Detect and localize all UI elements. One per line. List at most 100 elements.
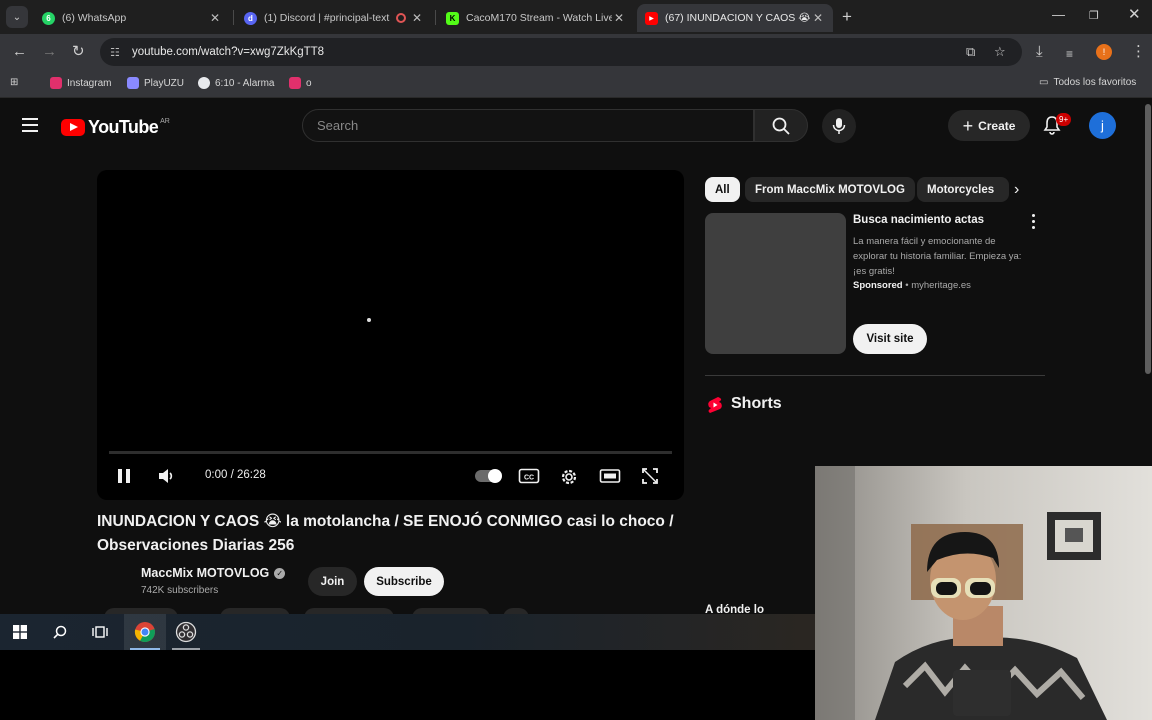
- subscribe-button[interactable]: Subscribe: [364, 567, 444, 596]
- bookmark-playuzu[interactable]: PlayUZU: [127, 77, 184, 89]
- tab-kick-stream[interactable]: K CacoM170 Stream - Watch Live ✕: [438, 4, 634, 32]
- bookmarks-bar: ⊞ Instagram PlayUZU 6:10 - Alarma o ▭ To…: [0, 70, 1152, 98]
- address-bar[interactable]: ☷ youtube.com/watch?v=xwg7ZkKgTT8 ⧉ ☆: [100, 38, 1022, 66]
- site-info-icon[interactable]: ☷: [110, 46, 124, 59]
- ad-thumbnail[interactable]: [705, 213, 846, 354]
- chip-motorcycles[interactable]: Motorcycles: [917, 177, 1009, 202]
- theater-mode-icon: [599, 469, 621, 483]
- taskbar-search-button[interactable]: [42, 614, 78, 650]
- channel-name[interactable]: MaccMix MOTOVLOG ✓: [141, 566, 286, 580]
- search-box: [302, 109, 754, 142]
- volume-button[interactable]: [157, 467, 177, 485]
- tab-separator: [435, 10, 436, 25]
- ad-title[interactable]: Busca nacimiento actas: [853, 214, 984, 226]
- shorts-icon: [708, 397, 722, 413]
- close-window-icon[interactable]: ✕: [1128, 5, 1141, 23]
- fullscreen-button[interactable]: [641, 467, 659, 485]
- chip-from-channel[interactable]: From MaccMix MOTOVLOG: [745, 177, 915, 202]
- user-avatar[interactable]: j: [1089, 112, 1116, 139]
- autoplay-toggle[interactable]: [475, 469, 502, 483]
- close-tab-icon[interactable]: ✕: [811, 11, 825, 25]
- minimize-icon[interactable]: —: [1052, 7, 1065, 22]
- search-icon: [772, 117, 790, 135]
- browser-toolbar: ← → ↻ ☷ youtube.com/watch?v=xwg7ZkKgTT8 …: [0, 34, 1152, 70]
- apps-grid-icon[interactable]: ⊞: [10, 77, 18, 88]
- create-button[interactable]: + Create: [948, 110, 1030, 141]
- create-label: Create: [978, 118, 1016, 133]
- tab-youtube[interactable]: ▶ (67) INUNDACION Y CAOS 😭 ✕: [637, 4, 833, 32]
- tab-title: CacoM170 Stream - Watch Live: [466, 12, 612, 24]
- tab-title: (67) INUNDACION Y CAOS 😭: [665, 12, 811, 24]
- download-icon[interactable]: ⤓: [1036, 43, 1043, 61]
- search-button[interactable]: [754, 109, 808, 142]
- tab-title: (1) Discord | #principal-text: [264, 12, 390, 24]
- voice-search-button[interactable]: [822, 109, 856, 143]
- bookmark-label: 6:10 - Alarma: [215, 77, 275, 89]
- all-bookmarks[interactable]: ▭ Todos los favoritos: [1039, 77, 1136, 88]
- captions-button[interactable]: CC: [518, 467, 540, 485]
- bookmark-instagram-o[interactable]: o: [289, 77, 312, 89]
- reload-icon[interactable]: ↻: [72, 43, 85, 61]
- pause-icon: [118, 469, 130, 483]
- plus-icon: +: [962, 115, 974, 136]
- youtube-play-icon: [61, 119, 85, 136]
- settings-button[interactable]: [559, 467, 579, 487]
- task-view-icon: [92, 626, 108, 638]
- hamburger-menu-icon[interactable]: [22, 118, 38, 136]
- tab-search-icon[interactable]: ⌄: [6, 6, 28, 28]
- tab-whatsapp[interactable]: 6 (6) WhatsApp ✕: [34, 4, 230, 32]
- pause-button[interactable]: [115, 467, 133, 485]
- whatsapp-icon: 6: [42, 11, 55, 25]
- close-tab-icon[interactable]: ✕: [410, 11, 424, 25]
- fullscreen-icon: [642, 468, 658, 484]
- bookmark-alarma[interactable]: 6:10 - Alarma: [198, 77, 274, 89]
- instagram-icon: [50, 77, 62, 89]
- screen: ⌄ 6 (6) WhatsApp ✕ d (1) Discord | #prin…: [0, 0, 1152, 720]
- forward-icon[interactable]: →: [42, 43, 57, 61]
- search-icon: [53, 625, 67, 639]
- video-player[interactable]: 0:00 / 26:28 CC: [97, 170, 684, 500]
- menu-kebab-icon[interactable]: ⋮: [1131, 43, 1146, 61]
- chip-all[interactable]: All: [705, 177, 740, 202]
- taskbar-obs[interactable]: [166, 614, 206, 650]
- scrollbar-thumb[interactable]: [1145, 104, 1151, 374]
- restore-icon[interactable]: ❐: [1089, 9, 1099, 22]
- bookmark-label: Instagram: [67, 77, 112, 89]
- progress-bar[interactable]: [109, 451, 672, 454]
- close-tab-icon[interactable]: ✕: [208, 11, 222, 25]
- profile-avatar[interactable]: !: [1096, 44, 1112, 60]
- tab-separator: [233, 10, 234, 25]
- join-button[interactable]: Join: [308, 567, 357, 596]
- shorts-heading: Shorts: [731, 395, 782, 412]
- visit-site-button[interactable]: Visit site: [853, 324, 927, 354]
- folder-icon: ▭: [1039, 77, 1049, 88]
- windows-start-button[interactable]: [2, 614, 38, 650]
- youtube-icon: ▶: [645, 11, 658, 25]
- ad-domain: myheritage.es: [911, 280, 971, 291]
- channel-name-text[interactable]: MaccMix MOTOVLOG: [141, 566, 269, 580]
- close-tab-icon[interactable]: ✕: [612, 11, 626, 25]
- task-view-button[interactable]: [82, 614, 118, 650]
- webcam-overlay: [815, 466, 1152, 720]
- plus-icon[interactable]: +: [842, 7, 852, 27]
- ad-more-options-icon[interactable]: [1028, 214, 1038, 232]
- chevron-right-icon[interactable]: ›: [1014, 181, 1019, 199]
- media-controls-icon[interactable]: ≡: [1066, 45, 1073, 63]
- youtube-logo[interactable]: YouTube AR: [61, 117, 170, 138]
- obs-icon: [175, 621, 197, 643]
- windows-start-icon: [13, 625, 27, 639]
- cut-off-video-title[interactable]: A dónde lo: [705, 604, 764, 614]
- bookmark-star-icon[interactable]: ☆: [994, 44, 1006, 60]
- taskbar-chrome[interactable]: [124, 614, 166, 650]
- install-app-icon[interactable]: ⧉: [966, 44, 975, 60]
- theater-mode-button[interactable]: [599, 467, 621, 485]
- subscriber-count: 742K subscribers: [141, 585, 219, 596]
- url-text[interactable]: youtube.com/watch?v=xwg7ZkKgTT8: [132, 46, 324, 58]
- bookmark-instagram[interactable]: Instagram: [50, 77, 111, 89]
- tab-discord[interactable]: d (1) Discord | #principal-text ✕: [236, 4, 432, 32]
- search-input[interactable]: [303, 110, 753, 141]
- country-code: AR: [160, 118, 170, 125]
- microphone-icon: [832, 118, 846, 134]
- time-display: 0:00 / 26:28: [205, 469, 266, 481]
- back-icon[interactable]: ←: [12, 43, 27, 61]
